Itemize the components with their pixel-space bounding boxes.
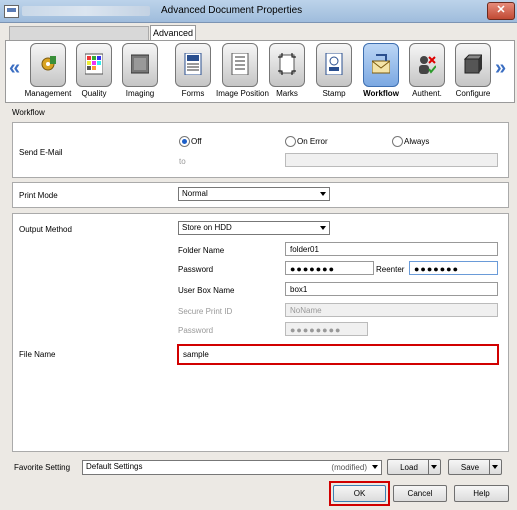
user-box-name-field[interactable]: box1 xyxy=(285,282,498,296)
toolbar-item-imaging[interactable]: Imaging xyxy=(116,43,164,99)
toolbar-item-authentication[interactable]: Authent. xyxy=(403,43,451,99)
print-mode-select[interactable]: Normal xyxy=(178,187,330,201)
radio-on-error[interactable] xyxy=(285,136,296,147)
close-button[interactable]: ✕ xyxy=(487,2,515,20)
email-to-field[interactable] xyxy=(285,153,498,167)
print-mode-panel: Print Mode Normal xyxy=(12,182,509,208)
authentication-icon xyxy=(419,56,436,74)
chevron-down-icon xyxy=(320,192,326,196)
toolbar-item-workflow[interactable]: Workflow xyxy=(357,43,405,99)
cancel-button[interactable]: Cancel xyxy=(393,485,447,502)
output-method-select[interactable]: Store on HDD xyxy=(178,221,330,235)
to-label: to xyxy=(179,157,186,166)
radio-on-error-label: On Error xyxy=(297,137,328,146)
marks-icon xyxy=(278,53,296,75)
secure-password-label: Password xyxy=(178,326,214,335)
gear-paint-icon xyxy=(41,56,56,71)
toolbar-item-management[interactable]: Management xyxy=(24,43,72,99)
chevron-down-icon[interactable] xyxy=(428,460,440,474)
print-mode-label: Print Mode xyxy=(19,191,58,200)
app-icon xyxy=(4,5,19,18)
radio-always[interactable] xyxy=(392,136,403,147)
title-bar: Advanced Document Properties ✕ xyxy=(0,0,517,23)
folder-name-field[interactable]: folder01 xyxy=(285,242,498,256)
radio-off-label: Off xyxy=(191,137,202,146)
secure-print-id-label: Secure Print ID xyxy=(178,307,233,316)
forms-icon xyxy=(184,53,202,75)
output-method-panel: Output Method Store on HDD Folder Name f… xyxy=(12,213,509,343)
secure-password-field[interactable]: ●●●●●●●● xyxy=(285,322,368,336)
file-name-label: File Name xyxy=(19,350,56,359)
toolbar-item-configure[interactable]: Configure xyxy=(449,43,497,99)
image-position-icon xyxy=(231,53,249,75)
tab-advanced[interactable]: Advanced xyxy=(150,25,196,41)
section-title: Workflow xyxy=(12,108,45,117)
toolbar-item-marks[interactable]: Marks xyxy=(263,43,311,99)
configure-icon xyxy=(464,54,482,74)
tab-strip: Advanced xyxy=(0,23,517,41)
workflow-icon xyxy=(372,54,390,74)
chevron-down-icon xyxy=(372,465,378,469)
chevron-down-icon xyxy=(320,226,326,230)
password-label: Password xyxy=(178,265,214,274)
favorite-setting-row: Favorite Setting Default Settings (modif… xyxy=(12,458,507,476)
tab-blurred[interactable] xyxy=(9,26,149,41)
scroll-left-arrow[interactable]: « xyxy=(9,57,20,80)
reenter-password-field[interactable]: ●●●●●●● xyxy=(409,261,498,275)
save-button[interactable]: Save xyxy=(448,459,502,475)
favorite-setting-label: Favorite Setting xyxy=(14,463,71,472)
radio-always-label: Always xyxy=(404,137,430,146)
modified-status: (modified) xyxy=(331,463,367,472)
reenter-label: Reenter xyxy=(376,265,405,274)
toolbar-item-quality[interactable]: Quality xyxy=(70,43,118,99)
load-button[interactable]: Load xyxy=(387,459,441,475)
chevron-down-icon[interactable] xyxy=(489,460,501,474)
password-field[interactable]: ●●●●●●● xyxy=(285,261,374,275)
stamp-icon xyxy=(325,53,343,75)
color-grid-icon xyxy=(85,53,103,75)
feature-toolbar: « » Management Quality Imaging Forms Ima… xyxy=(5,40,515,103)
ok-button[interactable]: OK xyxy=(333,485,386,502)
send-email-panel: Send E-Mail Off On Error Always to xyxy=(12,122,509,178)
secure-print-id-field[interactable]: NoName xyxy=(285,303,498,317)
radio-off[interactable] xyxy=(179,136,190,147)
toolbar-item-stamp[interactable]: Stamp xyxy=(310,43,358,99)
user-box-name-label: User Box Name xyxy=(178,286,235,295)
folder-name-label: Folder Name xyxy=(178,246,225,255)
favorite-setting-select[interactable]: Default Settings (modified) xyxy=(82,460,382,475)
file-name-panel: File Name sample xyxy=(12,341,509,452)
image-icon xyxy=(131,54,149,74)
help-button[interactable]: Help xyxy=(454,485,509,502)
output-method-label: Output Method xyxy=(19,225,72,234)
toolbar-item-image-position[interactable]: Image Position xyxy=(216,43,269,99)
window-title: Advanced Document Properties xyxy=(161,5,303,16)
file-name-field[interactable]: sample xyxy=(177,344,499,365)
blurred-printer-name xyxy=(22,6,150,16)
send-email-label: Send E-Mail xyxy=(19,148,63,157)
toolbar-item-forms[interactable]: Forms xyxy=(169,43,217,99)
